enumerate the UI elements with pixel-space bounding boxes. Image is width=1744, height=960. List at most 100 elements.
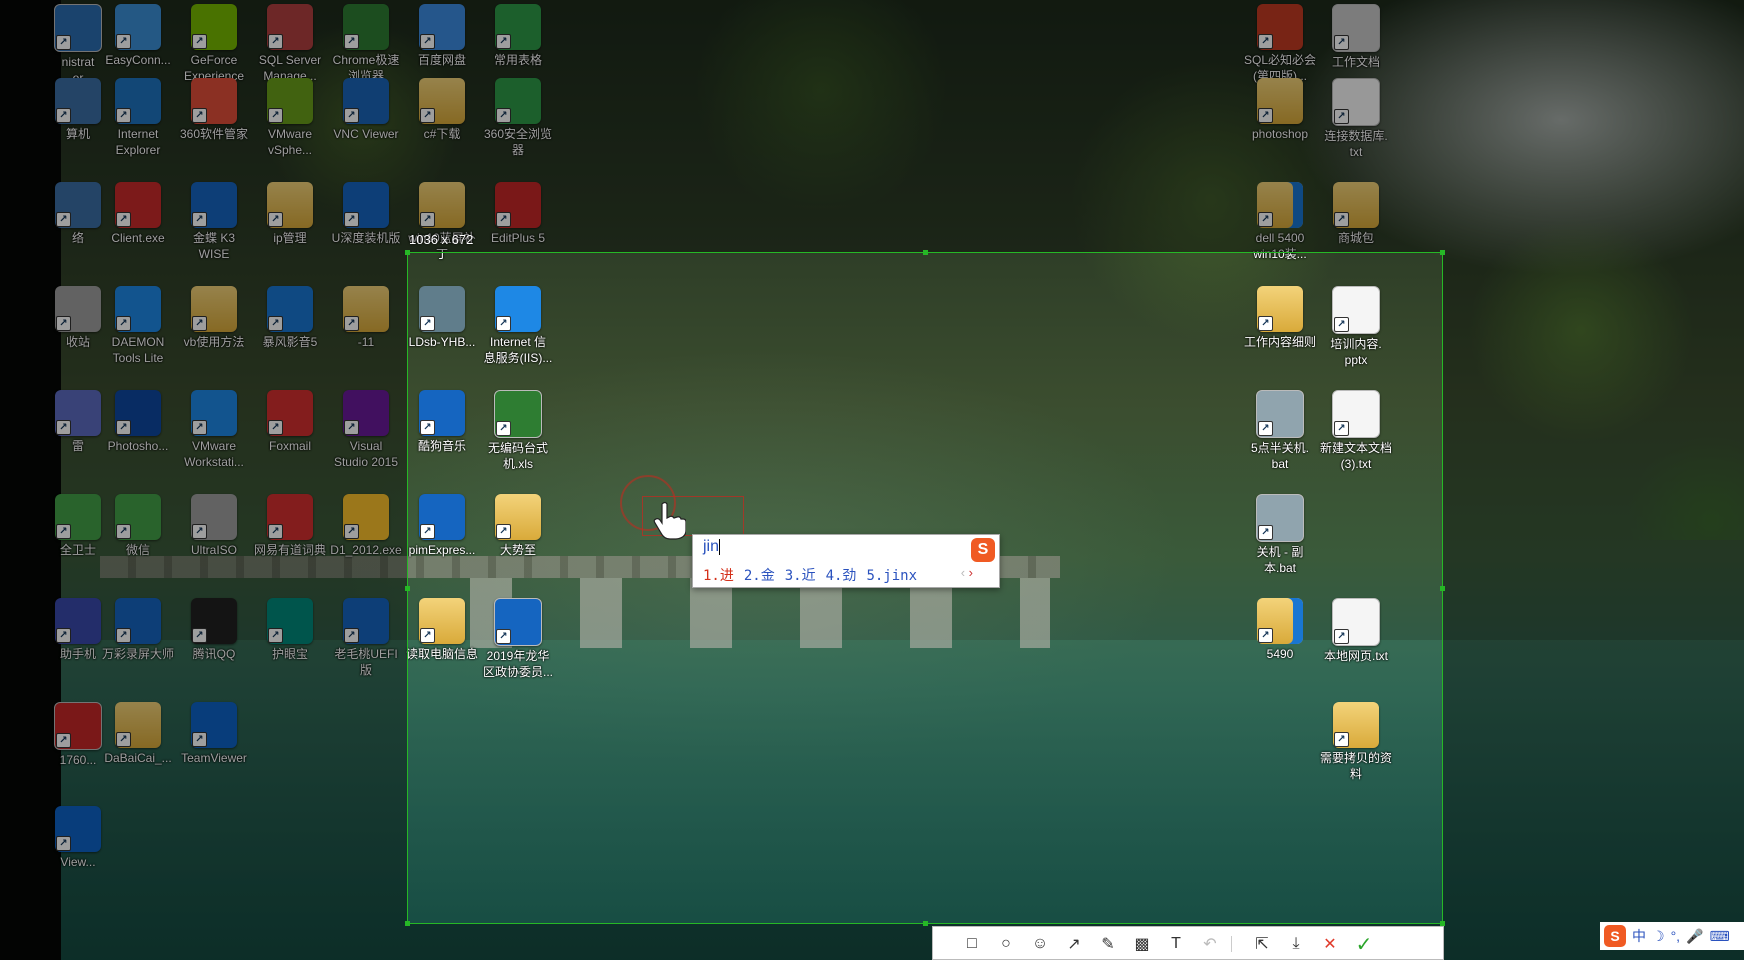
resize-handle-n[interactable] xyxy=(923,250,928,255)
desktop-icon[interactable]: ↗ DaBaiCai_... xyxy=(95,698,181,794)
shortcut-arrow-icon: ↗ xyxy=(268,524,283,539)
arrow-icon[interactable]: ↗ xyxy=(1063,933,1085,955)
desktop-icon[interactable]: ↗ Internet Explorer xyxy=(95,74,181,170)
app-icon: ↗ xyxy=(115,182,161,228)
shortcut-arrow-icon: ↗ xyxy=(192,212,207,227)
desktop-icon[interactable]: ↗ TeamViewer xyxy=(171,698,257,794)
desktop-icon[interactable]: ↗ 微信 xyxy=(95,490,181,586)
desktop-icon[interactable]: ↗ 护眼宝 xyxy=(247,594,333,690)
shortcut-arrow-icon: ↗ xyxy=(192,108,207,123)
resize-handle-sw[interactable] xyxy=(405,921,410,926)
shortcut-arrow-icon: ↗ xyxy=(116,420,131,435)
desktop-icon[interactable]: ↗ Client.exe xyxy=(95,178,181,274)
desktop-icon-label: VMware Workstati... xyxy=(184,439,244,469)
desktop-icon[interactable]: ↗ 金蝶 K3 WISE xyxy=(171,178,257,274)
ime-moon-icon[interactable]: ☽ xyxy=(1652,928,1665,945)
ime-next-page-icon[interactable]: › xyxy=(969,565,973,580)
desktop-icon[interactable]: ↗ D1_2012.exe xyxy=(323,490,409,586)
ime-punctuation-icon[interactable]: °, xyxy=(1671,928,1681,944)
app-icon: ↗ xyxy=(343,598,389,644)
resize-handle-nw[interactable] xyxy=(405,250,410,255)
desktop-icon[interactable]: ↗ Photosho... xyxy=(95,386,181,482)
ime-candidate-2[interactable]: 2.金 xyxy=(744,568,775,584)
desktop-icon[interactable]: ↗ 腾讯QQ xyxy=(171,594,257,690)
desktop-icon-label: 万彩录屏大师 xyxy=(101,647,174,661)
shortcut-arrow-icon: ↗ xyxy=(268,212,283,227)
app-icon: ↗ xyxy=(191,702,237,748)
shortcut-arrow-icon: ↗ xyxy=(420,108,435,123)
desktop-icon-label: U深度装机版 xyxy=(331,231,401,245)
text-icon[interactable]: T xyxy=(1165,933,1187,955)
ellipse-icon[interactable]: ○ xyxy=(995,933,1017,955)
app-icon: ↗ xyxy=(191,182,237,228)
ime-candidate-5[interactable]: 5.jinx xyxy=(866,568,917,584)
resize-handle-w[interactable] xyxy=(405,586,410,591)
file-icon: ↗ xyxy=(1332,4,1380,52)
desktop-icon-label: Photosho... xyxy=(107,439,169,453)
cancel-icon[interactable]: ✕ xyxy=(1319,933,1341,955)
download-icon[interactable]: ⤓ xyxy=(1285,933,1307,955)
desktop-icon[interactable]: ↗ 老毛桃UEFI 版 xyxy=(323,594,409,690)
app-icon: ↗ xyxy=(343,78,389,124)
share-icon[interactable]: ⇱ xyxy=(1251,933,1273,955)
shortcut-arrow-icon: ↗ xyxy=(268,34,283,49)
shortcut-arrow-icon: ↗ xyxy=(192,34,207,49)
undo-icon[interactable]: ↶ xyxy=(1199,933,1221,955)
ime-candidate-3[interactable]: 3.近 xyxy=(785,568,816,584)
pen-icon[interactable]: ✎ xyxy=(1097,933,1119,955)
highlight-icon[interactable]: ▩ xyxy=(1131,933,1153,955)
ime-candidate-1[interactable]: 1.进 xyxy=(703,568,734,584)
ime-status-bar: S 中 ☽ °, 🎤 ⌨ xyxy=(1600,922,1744,950)
desktop-icon[interactable]: ↗ UltraISO xyxy=(171,490,257,586)
app-icon: ↗ xyxy=(191,78,237,124)
resize-handle-s[interactable] xyxy=(923,921,928,926)
mosaic-icon[interactable]: ☺ xyxy=(1029,933,1051,955)
desktop-icon[interactable]: ↗ Visual Studio 2015 xyxy=(323,386,409,482)
desktop-icon[interactable]: ↗ 暴风影音5 xyxy=(247,282,333,378)
shortcut-arrow-icon: ↗ xyxy=(1334,35,1349,50)
folder-icon: ↗ xyxy=(267,182,313,228)
desktop-icon[interactable]: ↗ U深度装机版 xyxy=(323,178,409,274)
desktop-icon-label: 腾讯QQ xyxy=(192,647,236,661)
folder-icon: ↗ xyxy=(419,78,465,124)
desktop-icon[interactable]: ↗ 万彩录屏大师 xyxy=(95,594,181,690)
desktop-icon[interactable]: ↗ DAEMON Tools Lite xyxy=(95,282,181,378)
app-icon: ↗ xyxy=(267,598,313,644)
desktop-icon[interactable]: ↗ -11 xyxy=(323,282,409,378)
desktop-icon-label: Internet Explorer xyxy=(115,127,161,157)
app-icon: ↗ xyxy=(419,4,465,50)
capture-selection[interactable] xyxy=(405,250,1445,926)
shortcut-arrow-icon: ↗ xyxy=(116,316,131,331)
app-icon: ↗ xyxy=(191,598,237,644)
shortcut-arrow-icon: ↗ xyxy=(56,420,71,435)
shortcut-arrow-icon: ↗ xyxy=(1258,108,1273,123)
resize-handle-ne[interactable] xyxy=(1440,250,1445,255)
shortcut-arrow-icon: ↗ xyxy=(496,212,511,227)
desktop-icon[interactable]: ↗ View... xyxy=(35,802,121,898)
ime-candidate-4[interactable]: 4.劲 xyxy=(826,568,857,584)
ime-language-toggle[interactable]: 中 xyxy=(1632,926,1646,946)
ime-prev-page-icon[interactable]: ‹ xyxy=(961,565,965,580)
desktop-icon[interactable]: ↗ 360软件管家 xyxy=(171,74,257,170)
desktop-icon[interactable]: ↗ VMware Workstati... xyxy=(171,386,257,482)
shortcut-arrow-icon: ↗ xyxy=(192,420,207,435)
resize-handle-e[interactable] xyxy=(1440,586,1445,591)
ime-keyboard-icon[interactable]: ⌨ xyxy=(1710,928,1730,945)
desktop-icon[interactable]: ↗ 连接数据库. txt xyxy=(1313,74,1399,170)
sogou-tray-logo-icon[interactable]: S xyxy=(1604,925,1626,947)
screenshot-toolbar: □ ○ ☺ ↗ ✎ ▩ T ↶ ⇱ ⤓ ✕ ✓ xyxy=(932,926,1444,960)
desktop-icon[interactable]: ↗ VMware vSphe... xyxy=(247,74,333,170)
rectangle-icon[interactable]: □ xyxy=(961,933,983,955)
desktop-icon[interactable]: ↗ 360安全浏览 器 xyxy=(475,74,561,170)
desktop-icon[interactable]: ↗ ip管理 xyxy=(247,178,333,274)
desktop-icon[interactable]: ↗ 网易有道词典 xyxy=(247,490,333,586)
desktop-icon[interactable]: ↗ vb使用方法 xyxy=(171,282,257,378)
desktop-icon[interactable]: ↗ photoshop xyxy=(1237,74,1323,170)
shortcut-arrow-icon: ↗ xyxy=(192,316,207,331)
ime-mic-icon[interactable]: 🎤 xyxy=(1686,928,1703,945)
confirm-icon[interactable]: ✓ xyxy=(1353,933,1375,956)
desktop-icon[interactable]: ↗ Foxmail xyxy=(247,386,333,482)
desktop-icon[interactable]: ↗ VNC Viewer xyxy=(323,74,409,170)
shortcut-arrow-icon: ↗ xyxy=(192,524,207,539)
desktop-icon[interactable]: ↗ c#下载 xyxy=(399,74,485,170)
